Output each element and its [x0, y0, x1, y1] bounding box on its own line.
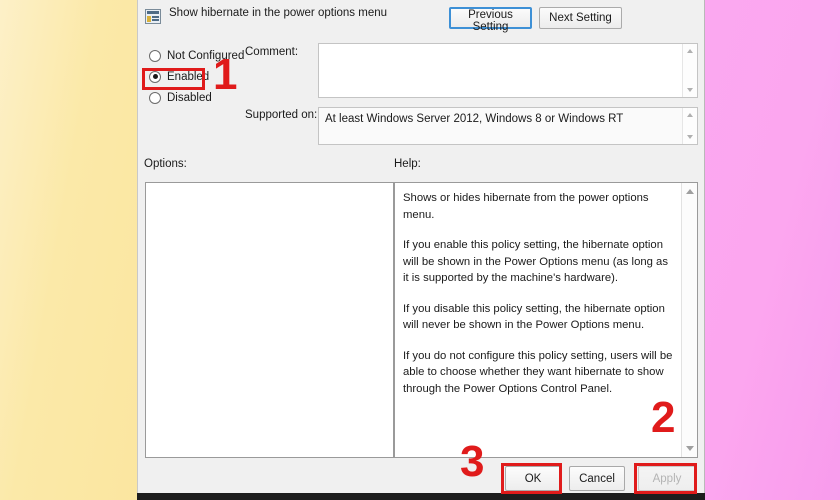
dialog-bottom-edge: [137, 493, 705, 500]
background-right-band: [705, 0, 840, 500]
radio-not-configured-mark[interactable]: [149, 49, 161, 62]
help-pane-scrollbar[interactable]: [681, 183, 697, 457]
supported-on-field: At least Windows Server 2012, Windows 8 …: [318, 107, 698, 145]
help-paragraph: If you enable this policy setting, the h…: [403, 239, 668, 284]
help-text: Shows or hides hibernate from the power …: [403, 190, 675, 397]
dialog-title: Show hibernate in the power options menu: [169, 7, 388, 19]
ok-button[interactable]: OK: [505, 466, 561, 491]
apply-button[interactable]: Apply: [638, 466, 696, 491]
scroll-up-icon[interactable]: [687, 113, 693, 117]
next-setting-button[interactable]: Next Setting: [539, 7, 622, 29]
policy-setting-icon: [145, 9, 161, 24]
radio-enabled-label: Enabled: [167, 70, 210, 83]
previous-setting-button[interactable]: Previous Setting: [449, 7, 532, 33]
scroll-up-icon[interactable]: [686, 189, 694, 194]
radio-disabled-mark[interactable]: [149, 91, 161, 104]
group-policy-setting-dialog: Show hibernate in the power options menu…: [137, 0, 705, 493]
help-label: Help:: [394, 158, 421, 170]
comment-label: Comment:: [245, 46, 299, 58]
radio-enabled-mark[interactable]: [149, 70, 161, 83]
help-paragraph: Shows or hides hibernate from the power …: [403, 192, 649, 221]
radio-disabled[interactable]: Disabled: [146, 87, 266, 108]
screenshot-stage: Show hibernate in the power options menu…: [0, 0, 840, 500]
cancel-button[interactable]: Cancel: [569, 466, 625, 491]
radio-not-configured-label: Not Configured: [167, 49, 245, 62]
supported-on-label: Supported on:: [245, 109, 318, 121]
options-pane[interactable]: [145, 182, 394, 458]
scroll-down-icon[interactable]: [687, 88, 693, 92]
help-pane: Shows or hides hibernate from the power …: [394, 182, 698, 458]
radio-disabled-label: Disabled: [167, 91, 212, 104]
supported-on-value: At least Windows Server 2012, Windows 8 …: [325, 113, 624, 125]
help-paragraph: If you disable this policy setting, the …: [403, 302, 665, 332]
help-paragraph: If you do not configure this policy sett…: [403, 349, 673, 395]
supported-on-scrollbar[interactable]: [682, 108, 697, 144]
scroll-down-icon[interactable]: [686, 446, 694, 451]
background-left-band: [0, 0, 137, 500]
scroll-down-icon[interactable]: [687, 135, 693, 139]
scroll-up-icon[interactable]: [687, 49, 693, 53]
options-label: Options:: [144, 158, 187, 170]
radio-enabled[interactable]: Enabled: [146, 66, 266, 87]
comment-input[interactable]: [318, 43, 698, 98]
comment-scrollbar[interactable]: [682, 44, 697, 97]
dialog-title-row: Show hibernate in the power options menu…: [138, 4, 706, 34]
